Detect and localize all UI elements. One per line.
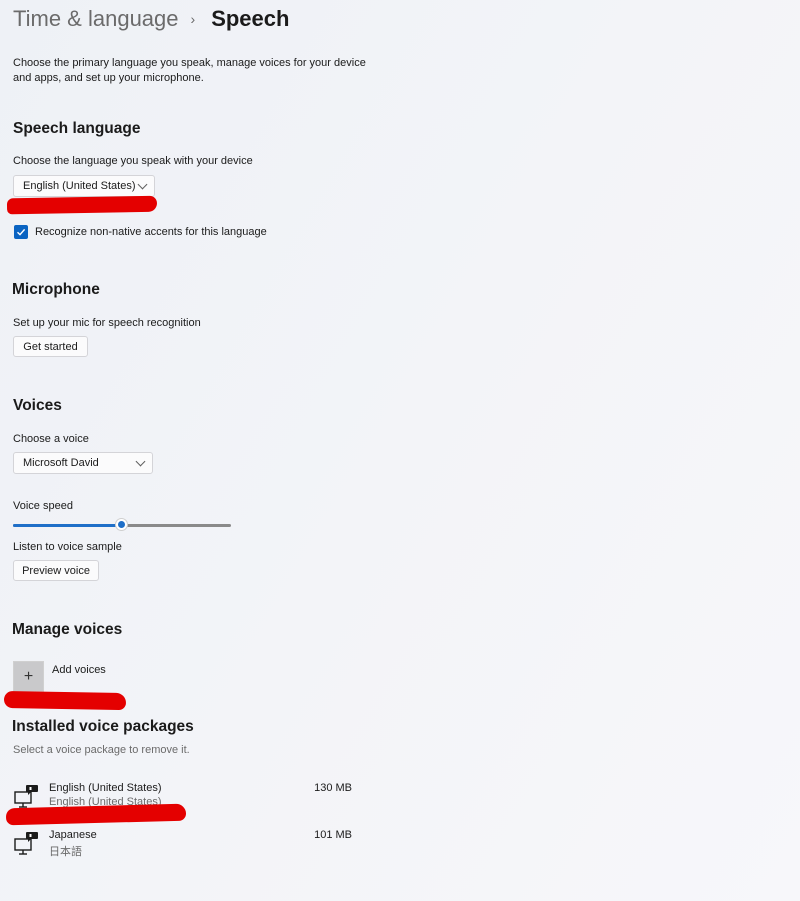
package-size: 101 MB: [314, 829, 352, 841]
package-name: English (United States): [49, 782, 162, 794]
slider-fill: [13, 524, 122, 527]
chevron-right-icon: ›: [190, 11, 196, 27]
voice-speed-label: Voice speed: [13, 500, 73, 512]
redaction-mark: [5, 803, 187, 826]
preview-voice-button[interactable]: Preview voice: [13, 560, 99, 581]
voice-selected: Microsoft David: [23, 457, 99, 469]
voice-dropdown[interactable]: Microsoft David: [13, 452, 153, 474]
get-started-button[interactable]: Get started: [13, 336, 88, 357]
checkmark-icon: [17, 228, 26, 236]
redaction-mark: [6, 195, 158, 215]
slider-thumb[interactable]: [116, 519, 127, 530]
microphone-prompt: Set up your mic for speech recognition: [13, 317, 201, 329]
speech-language-selected: English (United States): [23, 180, 136, 192]
recognize-accents-checkbox[interactable]: [14, 225, 28, 239]
installed-packages-hint: Select a voice package to remove it.: [13, 744, 190, 756]
speech-pc-icon: [14, 832, 38, 855]
speech-language-dropdown[interactable]: English (United States): [13, 175, 155, 197]
chevron-down-icon: [137, 179, 148, 189]
page-description: Choose the primary language you speak, m…: [13, 57, 366, 84]
package-size: 130 MB: [314, 782, 352, 794]
speech-language-heading: Speech language: [13, 120, 141, 137]
package-name: Japanese: [49, 829, 97, 841]
add-voices-label: Add voices: [52, 664, 106, 676]
voice-package-row[interactable]: Japanese 日本語 101 MB: [13, 827, 358, 858]
breadcrumb-parent-time-language[interactable]: Time & language: [13, 6, 179, 32]
manage-voices-heading: Manage voices: [12, 621, 123, 638]
speech-language-prompt: Choose the language you speak with your …: [13, 155, 253, 167]
add-icon[interactable]: +: [13, 661, 44, 692]
recognize-accents-label: Recognize non-native accents for this la…: [35, 226, 267, 238]
chevron-down-icon: [135, 456, 146, 466]
add-voices-row[interactable]: + Add voices: [13, 661, 106, 692]
recognize-accents-row[interactable]: Recognize non-native accents for this la…: [14, 225, 267, 239]
installed-packages-heading: Installed voice packages: [12, 718, 194, 735]
voice-sample-label: Listen to voice sample: [13, 541, 122, 553]
choose-voice-prompt: Choose a voice: [13, 433, 89, 445]
package-subtitle: 日本語: [49, 845, 82, 858]
page-title: Speech: [211, 6, 290, 31]
voice-package-row[interactable]: English (United States) English (United …: [13, 780, 358, 810]
redaction-mark: [3, 690, 127, 711]
speech-pc-icon: [14, 785, 38, 808]
microphone-heading: Microphone: [12, 281, 100, 298]
breadcrumb: Time & language › Speech: [13, 6, 289, 32]
voices-heading: Voices: [13, 397, 62, 414]
voice-speed-slider[interactable]: [13, 518, 231, 532]
